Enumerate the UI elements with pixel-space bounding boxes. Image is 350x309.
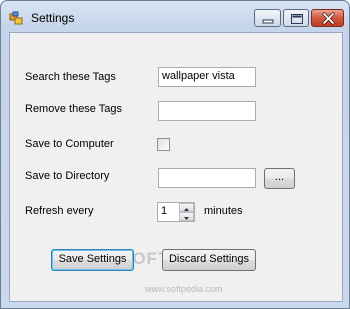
maximize-button[interactable] [283,9,309,27]
save-directory-input[interactable] [158,168,256,188]
discard-settings-button[interactable]: Discard Settings [162,249,256,271]
stepper-up-button[interactable] [179,203,194,212]
refresh-unit-label: minutes [204,205,243,217]
stepper-buttons [179,203,194,221]
minimize-button[interactable] [254,9,281,27]
refresh-label: Refresh every [25,205,94,217]
close-button[interactable] [311,9,344,27]
settings-window: Settings Search these Tags wallpaper vis… [0,0,350,309]
save-to-computer-label: Save to Computer [25,138,114,150]
save-to-directory-label: Save to Directory [25,170,110,182]
stepper-down-button[interactable] [179,212,194,221]
search-tags-input[interactable]: wallpaper vista [158,67,256,87]
close-icon [322,12,335,25]
refresh-interval-stepper[interactable]: 1 [157,202,195,222]
title-bar[interactable]: Settings [1,1,349,31]
maximize-icon [291,14,303,24]
minimize-icon [262,19,274,24]
save-settings-button[interactable]: Save Settings [51,249,134,271]
save-to-computer-checkbox[interactable] [157,138,170,151]
arrow-down-icon [184,217,189,220]
settings-panel: Search these Tags wallpaper vista Remove… [9,32,343,302]
search-tags-label: Search these Tags [25,71,116,83]
refresh-interval-value: 1 [161,205,168,217]
app-icon [9,11,25,27]
browse-button[interactable]: ... [264,168,295,189]
remove-tags-input[interactable] [158,101,256,121]
watermark-url: www.softpedia.com [145,284,223,294]
remove-tags-label: Remove these Tags [25,103,123,115]
window-title: Settings [31,11,75,25]
